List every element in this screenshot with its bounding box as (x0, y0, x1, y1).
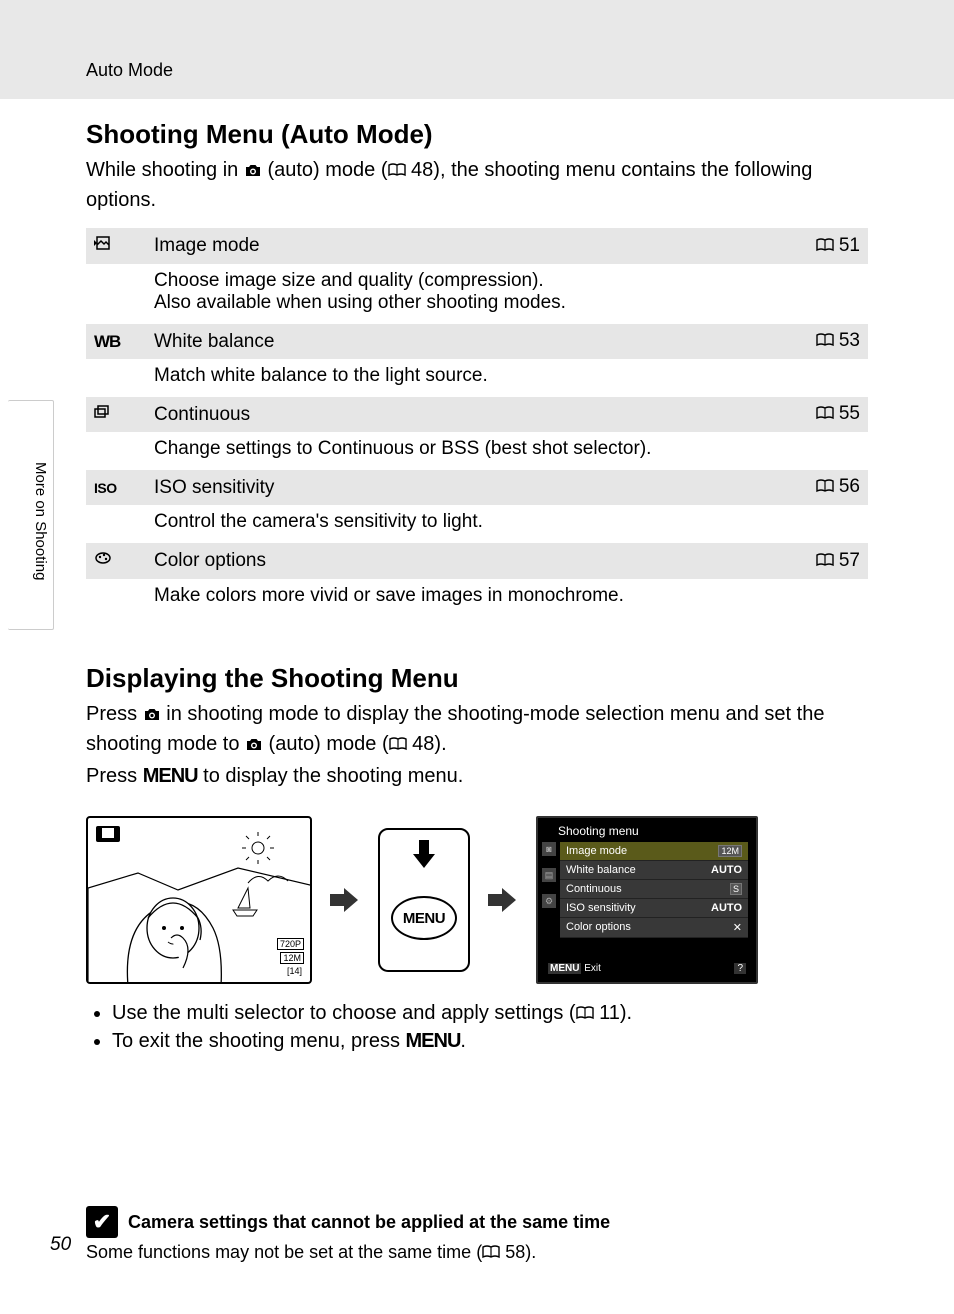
color-options-icon (94, 551, 112, 572)
book-icon (576, 1003, 594, 1026)
screen-menu-row: ContinuousS (560, 880, 748, 899)
scene-badge: 14 (289, 966, 299, 976)
menu-item-desc: Choose image size and quality (compressi… (146, 264, 868, 324)
scene-badge: 720P (277, 938, 304, 950)
book-icon (389, 731, 407, 759)
scene-badge: 12M (280, 952, 304, 964)
setup-icon: ⚙ (542, 894, 556, 908)
menu-item-label: Continuous (146, 397, 788, 432)
table-row: WB White balance 53 (86, 324, 868, 359)
wb-icon: WB (94, 332, 120, 351)
header-band: Auto Mode (0, 0, 954, 99)
camera-icon (143, 702, 161, 730)
camera-icon: ◙ (542, 842, 556, 856)
book-icon (816, 331, 834, 353)
screen-menu-row: Color options✕ (560, 918, 748, 938)
arrow-down-icon (409, 840, 439, 876)
list-item: Use the multi selector to choose and app… (112, 1002, 868, 1026)
table-row: Image mode 51 (86, 228, 868, 264)
table-row: Color options 57 (86, 543, 868, 579)
diagram-row: 720P 12M [14] MENU Shooting menu ◙ ▤ ⚙ I… (86, 816, 868, 984)
section2-p2: Press MENU to display the shooting menu. (86, 762, 868, 790)
menu-word: MENU (143, 765, 198, 787)
check-icon: ✔ (86, 1206, 118, 1238)
note-box: ✔ Camera settings that cannot be applied… (86, 1206, 868, 1264)
menu-table: Image mode 51 Choose image size and qual… (86, 228, 868, 617)
screen-menu-footer: MENU Exit ? (544, 961, 750, 976)
menu-word: MENU (406, 1030, 461, 1052)
bullet-list: Use the multi selector to choose and app… (112, 1002, 868, 1053)
menu-item-label: ISO sensitivity (146, 470, 788, 505)
note-body: Some functions may not be set at the sam… (86, 1242, 868, 1264)
continuous-icon (94, 404, 112, 425)
arrow-right-icon (488, 886, 518, 914)
book-icon (816, 551, 834, 573)
help-icon: ? (734, 963, 746, 974)
menu-item-desc: Match white balance to the light source. (146, 359, 868, 397)
image-mode-icon (94, 236, 112, 257)
menu-button-label: MENU (391, 896, 457, 940)
screen-menu-title: Shooting menu (558, 824, 750, 838)
screen-side-icons: ◙ ▤ ⚙ (542, 842, 556, 908)
side-tab-label: More on Shooting (32, 462, 49, 580)
note-title: Camera settings that cannot be applied a… (128, 1212, 610, 1233)
book-icon (816, 236, 834, 258)
book-icon (816, 404, 834, 426)
screen-menu-row: ISO sensitivityAUTO (560, 899, 748, 918)
iso-icon: ISO (94, 480, 117, 496)
table-row: Continuous 55 (86, 397, 868, 432)
menu-button-illustration: MENU (378, 828, 470, 972)
menu-item-desc: Make colors more vivid or save images in… (146, 579, 868, 617)
book-icon (388, 157, 406, 185)
list-item: To exit the shooting menu, press MENU. (112, 1030, 868, 1053)
book-icon (482, 1243, 500, 1264)
breadcrumb: Auto Mode (86, 60, 173, 80)
scene-illustration: 720P 12M [14] (86, 816, 312, 984)
page-number: 50 (50, 1234, 71, 1256)
movie-icon: ▤ (542, 868, 556, 882)
menu-item-desc: Control the camera's sensitivity to ligh… (146, 505, 868, 543)
book-icon (816, 477, 834, 499)
camera-icon (245, 732, 263, 760)
section2-title: Displaying the Shooting Menu (86, 663, 868, 694)
camera-icon (244, 158, 262, 186)
screen-menu-row: White balanceAUTO (560, 861, 748, 880)
menu-item-label: White balance (146, 324, 788, 359)
arrow-right-icon (330, 886, 360, 914)
menu-item-label: Color options (146, 543, 788, 579)
table-row: ISO ISO sensitivity 56 (86, 470, 868, 505)
section1-title: Shooting Menu (Auto Mode) (86, 119, 868, 150)
screen-menu: Shooting menu ◙ ▤ ⚙ Image mode12M White … (536, 816, 758, 984)
menu-item-desc: Change settings to Continuous or BSS (be… (146, 432, 868, 470)
section2-p1: Press in shooting mode to display the sh… (86, 700, 868, 760)
screen-menu-row: Image mode12M (560, 842, 748, 861)
section1-intro: While shooting in (auto) mode ( 48), the… (86, 156, 868, 214)
menu-item-label: Image mode (146, 228, 788, 264)
